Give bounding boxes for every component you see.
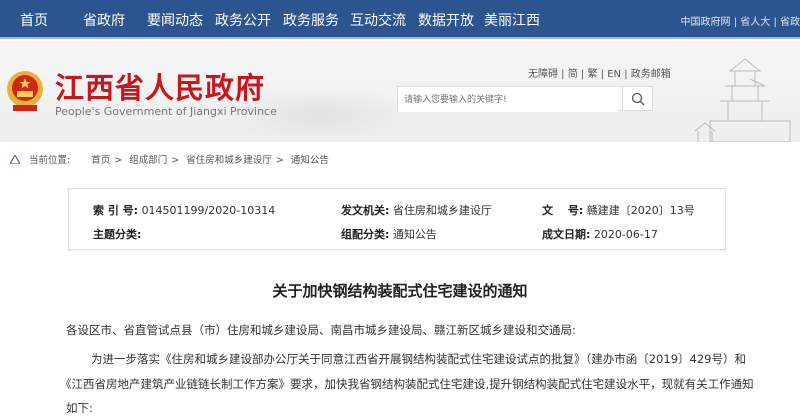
written-date: 成文日期: 2020-06-17 [542, 228, 658, 241]
breadcrumb: 当前位置: 首页 > 组成部门 > 省住房和城乡建设厅 > 通知公告 [8, 152, 333, 166]
utility-links: 无障碍 | 简 | 繁 | EN | 政务邮箱 [528, 69, 671, 80]
article-paragraph-line: 《江西省房地产建筑产业链链长制工作方案》要求，加快我省钢结构装配式住宅建设,提升… [60, 377, 754, 391]
search-button[interactable] [622, 87, 652, 110]
national-emblem-icon [7, 71, 43, 111]
index-number: 索 引 号: 014501199/2020-10314 [93, 204, 276, 217]
document-info-box: 索 引 号: 014501199/2020-10314 发文机关: 省住房和城乡… [68, 188, 726, 250]
link-accessibility[interactable]: 无障碍 [528, 69, 558, 80]
search-icon [631, 92, 644, 105]
top-nav: 首页 省政府 要闻动态 政务公开 政务服务 互动交流 数据开放 美丽江西 中国政… [0, 0, 800, 39]
pavilion-illustration [694, 58, 791, 142]
issuing-agency: 发文机关: 省住房和城乡建设厅 [341, 204, 492, 217]
nav-beautiful-jiangxi[interactable]: 美丽江西 [484, 10, 540, 30]
nav-news[interactable]: 要闻动态 [147, 10, 203, 30]
link-province[interactable]: 省政 [780, 17, 800, 28]
site-subtitle: People's Government of Jiangxi Province [55, 105, 277, 118]
article-paragraph-line: 如下: [66, 401, 93, 415]
group-category: 组配分类: 通知公告 [341, 228, 437, 241]
site-title[interactable]: 江西省人民政府 [55, 65, 265, 107]
breadcrumb-departments[interactable]: 组成部门 [129, 155, 167, 166]
link-npc[interactable]: 省人大 [740, 17, 770, 28]
article-paragraph-line: 为进一步落实《住房和城乡建设部办公厅关于同意江西省开展钢结构装配式住宅建设试点的… [91, 352, 746, 366]
breadcrumb-notices[interactable]: 通知公告 [291, 155, 329, 166]
home-icon [8, 153, 22, 165]
topic-category: 主题分类: [93, 228, 142, 241]
nav-interaction[interactable]: 互动交流 [350, 10, 406, 30]
nav-home[interactable]: 首页 [20, 10, 48, 30]
breadcrumb-label: 当前位置: [29, 155, 71, 166]
search-box [397, 86, 653, 112]
site-header: 江西省人民政府 People's Government of Jiangxi P… [0, 41, 800, 142]
nav-government[interactable]: 省政府 [83, 10, 125, 30]
article-salutation: 各设区市、省直管试点县（市）住房和城乡建设局、南昌市城乡建设局、赣江新区城乡建设… [66, 323, 576, 337]
nav-open-data[interactable]: 数据开放 [418, 10, 474, 30]
link-gov-cn[interactable]: 中国政府网 [681, 17, 731, 28]
search-input[interactable] [398, 88, 618, 112]
nav-disclosure[interactable]: 政务公开 [215, 10, 271, 30]
article-title: 关于加快钢结构装配式住宅建设的通知 [272, 282, 528, 300]
top-links: 中国政府网 | 省人大 | 省政 [680, 17, 800, 28]
nav-services[interactable]: 政务服务 [283, 10, 339, 30]
breadcrumb-housing-dept[interactable]: 省住房和城乡建设厅 [186, 155, 272, 166]
link-mail[interactable]: 政务邮箱 [631, 69, 671, 80]
link-traditional[interactable]: 繁 [587, 69, 597, 80]
breadcrumb-home[interactable]: 首页 [91, 155, 110, 166]
link-simplified[interactable]: 简 [568, 69, 578, 80]
document-number: 文 号: 赣建建〔2020〕13号 [542, 204, 695, 217]
link-english[interactable]: EN [607, 69, 621, 80]
